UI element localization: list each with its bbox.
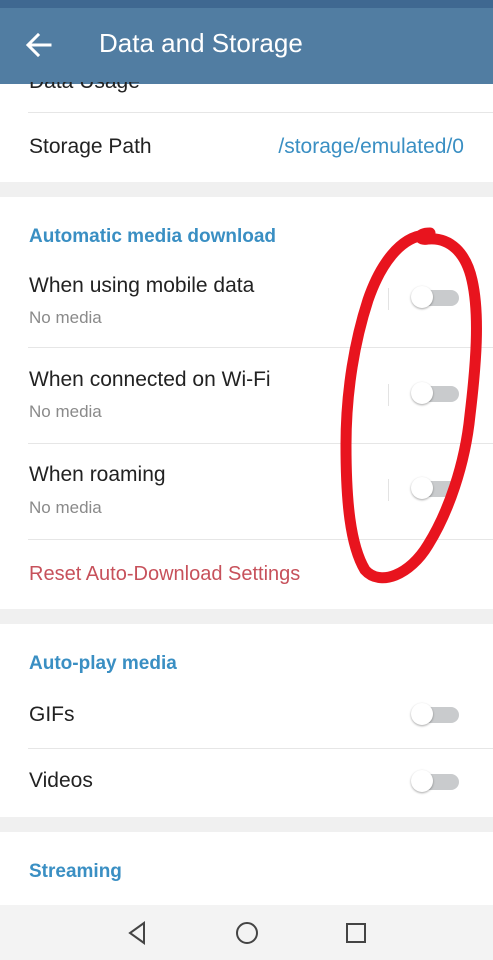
roaming-label: When roaming (29, 463, 166, 486)
page-title: Data and Storage (99, 28, 303, 58)
mobile-data-sub: No media (29, 308, 102, 327)
nav-back-triangle-icon[interactable] (124, 919, 152, 947)
wifi-label: When connected on Wi-Fi (29, 368, 271, 391)
reset-auto-download-button[interactable]: Reset Auto-Download Settings (29, 563, 300, 586)
autoplay-section: Auto-play media GIFs Videos (0, 624, 493, 817)
nav-home-circle-icon[interactable] (233, 919, 261, 947)
videos-row[interactable]: Videos (0, 749, 493, 817)
gifs-label: GIFs (29, 703, 75, 726)
nav-recents-square-icon[interactable] (342, 919, 370, 947)
storage-section: Data Usage Storage Path /storage/emulate… (0, 82, 493, 182)
wifi-sub: No media (29, 402, 102, 421)
system-nav-bar (0, 905, 493, 960)
app-bar: Data and Storage (0, 8, 493, 84)
roaming-sub: No media (29, 498, 102, 517)
storage-path-label: Storage Path (29, 135, 152, 158)
red-circle-annotation (340, 227, 482, 584)
mobile-data-label: When using mobile data (29, 274, 255, 297)
gifs-row[interactable]: GIFs (0, 682, 493, 748)
auto-download-header: Automatic media download (29, 226, 277, 247)
videos-toggle[interactable] (411, 770, 459, 793)
streaming-section: Streaming (0, 832, 493, 905)
autoplay-header: Auto-play media (29, 653, 177, 674)
status-bar (0, 0, 493, 8)
streaming-header: Streaming (29, 861, 122, 882)
arrow-left-icon[interactable] (24, 30, 54, 60)
gifs-toggle[interactable] (411, 703, 459, 726)
storage-path-value: /storage/emulated/0 (278, 135, 464, 158)
storage-path-row[interactable]: Storage Path /storage/emulated/0 (0, 113, 493, 182)
videos-label: Videos (29, 769, 93, 792)
